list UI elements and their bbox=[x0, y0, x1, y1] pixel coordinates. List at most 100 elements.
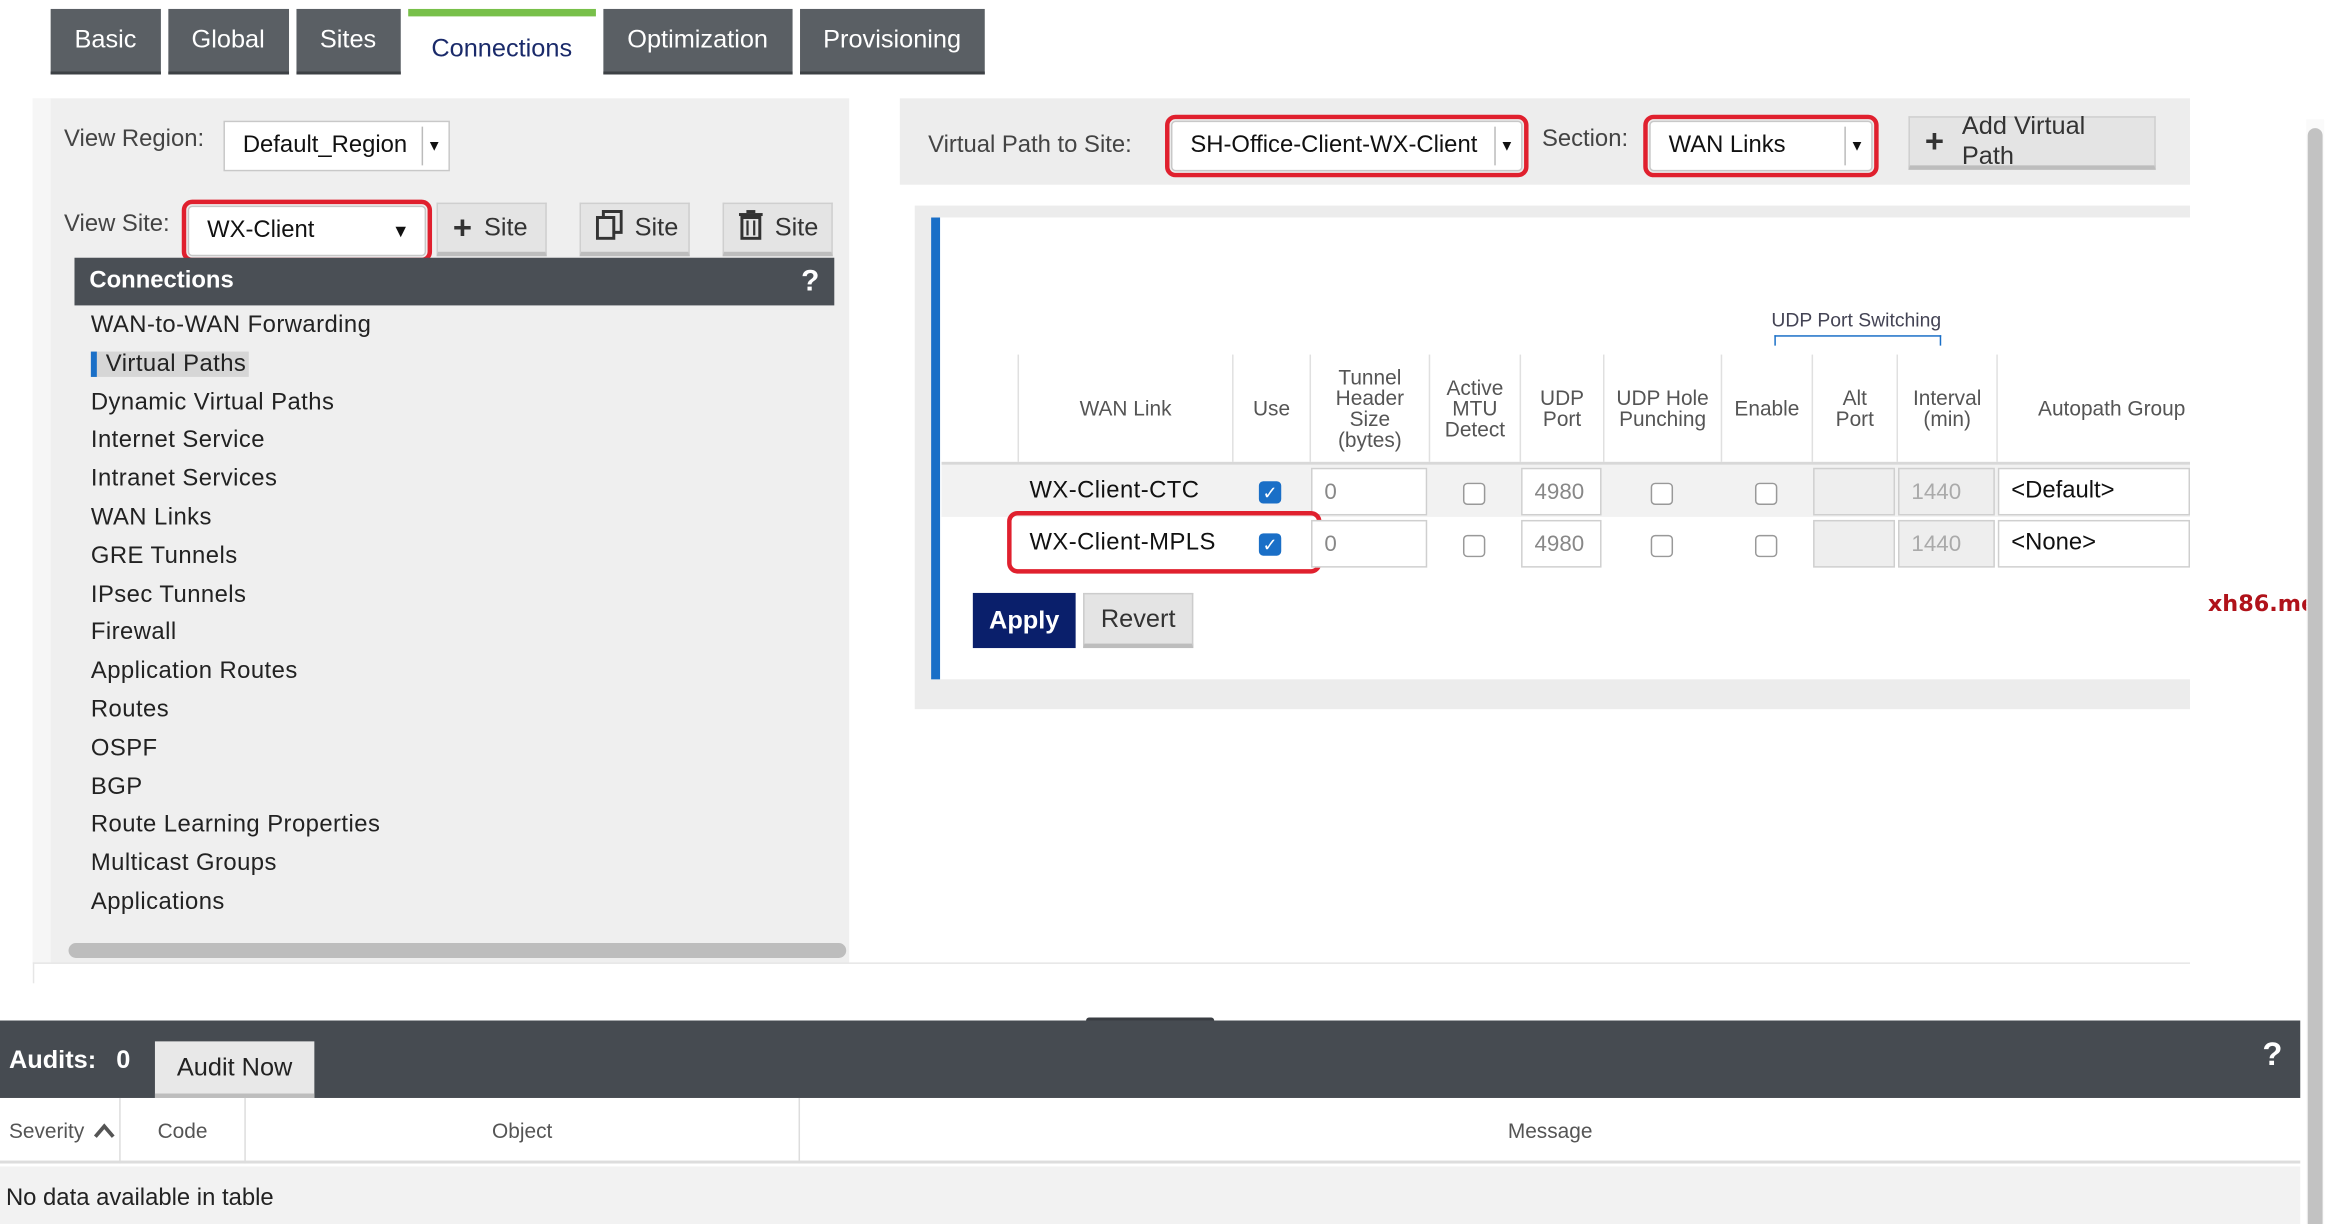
nav-item-multicast-groups[interactable]: Multicast Groups bbox=[91, 845, 380, 883]
row2-udp-port-input[interactable]: 4980 bbox=[1521, 519, 1602, 568]
tab-connections[interactable]: Connections bbox=[407, 8, 596, 78]
view-site-value: WX-Client bbox=[207, 217, 315, 243]
tab-basic[interactable]: Basic bbox=[50, 8, 161, 75]
nav-item-wan-to-wan-forwarding[interactable]: WAN-to-WAN Forwarding bbox=[91, 307, 380, 345]
vpath-value: SH-Office-Client-WX-Client bbox=[1190, 132, 1478, 158]
col-udp-hole-punching: UDP Hole Punching bbox=[1603, 354, 1721, 462]
delete-site-button[interactable]: Site bbox=[722, 202, 833, 257]
view-region-value: Default_Region bbox=[242, 132, 408, 158]
row2-udp-hole-checkbox[interactable] bbox=[1650, 534, 1674, 558]
nav-item-route-learning-properties[interactable]: Route Learning Properties bbox=[91, 807, 380, 845]
row1-use-checkbox[interactable]: ✓ bbox=[1258, 481, 1282, 504]
nav-item-ipsec-tunnels[interactable]: IPsec Tunnels bbox=[91, 576, 380, 614]
row1-udp-hole-checkbox[interactable] bbox=[1650, 482, 1674, 506]
udp-switching-label: UDP Port Switching bbox=[1771, 308, 1942, 331]
section-label: Section: bbox=[1541, 126, 1629, 152]
row1-udp-port-input[interactable]: 4980 bbox=[1521, 467, 1602, 516]
app-window: Basic Global Sites Connections Optimizat… bbox=[0, 0, 2336, 1224]
section-select[interactable]: WAN Links ▼ bbox=[1643, 114, 1879, 178]
tab-sites[interactable]: Sites bbox=[296, 8, 401, 75]
row1-autopath-select[interactable]: <Default> bbox=[1997, 467, 2191, 516]
chevron-down-icon: ▼ bbox=[421, 126, 446, 166]
chevron-down-icon: ▼ bbox=[1844, 126, 1868, 166]
top-tabs: Basic Global Sites Connections Optimizat… bbox=[50, 8, 985, 78]
col-message[interactable]: Message bbox=[800, 1098, 2300, 1164]
nav-item-applications[interactable]: Applications bbox=[91, 883, 380, 921]
audits-count: 0 bbox=[116, 1045, 131, 1075]
row2-tunnel-header-input[interactable]: 0 bbox=[1311, 519, 1428, 568]
col-severity[interactable]: Severity bbox=[0, 1097, 121, 1164]
col-code[interactable]: Code bbox=[121, 1097, 246, 1164]
watermark: xh86.me bbox=[2207, 589, 2317, 617]
view-site-label: View Site: bbox=[64, 211, 170, 237]
row2-use-checkbox[interactable]: ✓ bbox=[1258, 533, 1282, 556]
apply-button[interactable]: Apply bbox=[972, 592, 1076, 649]
nav-item-bgp[interactable]: BGP bbox=[91, 768, 380, 806]
help-icon[interactable]: ? bbox=[2262, 1035, 2282, 1074]
connections-nav-header: Connections ? bbox=[74, 257, 835, 306]
nav-item-internet-service[interactable]: Internet Service bbox=[91, 422, 380, 460]
trash-icon bbox=[738, 209, 763, 246]
tab-global[interactable]: Global bbox=[167, 8, 289, 75]
view-site-select[interactable]: WX-Client ▼ bbox=[181, 199, 433, 263]
virtual-path-toolbar: Virtual Path to Site: SH-Office-Client-W… bbox=[899, 98, 2191, 185]
col-udp-port: UDP Port bbox=[1519, 354, 1603, 462]
nav-item-wan-links[interactable]: WAN Links bbox=[91, 499, 380, 537]
tab-provisioning[interactable]: Provisioning bbox=[799, 8, 985, 75]
view-region-label: View Region: bbox=[64, 126, 205, 152]
nav-item-dynamic-virtual-paths[interactable]: Dynamic Virtual Paths bbox=[91, 384, 380, 422]
row1-wan-link: WX-Client-CTC bbox=[1029, 478, 1200, 504]
plus-icon: + bbox=[452, 208, 473, 246]
row1-active-mtu-checkbox[interactable] bbox=[1462, 482, 1486, 506]
row1-alt-port-input[interactable] bbox=[1813, 467, 1896, 516]
add-site-button[interactable]: + Site bbox=[436, 202, 547, 257]
nav-item-ospf[interactable]: OSPF bbox=[91, 730, 380, 768]
nav-item-firewall[interactable]: Firewall bbox=[91, 614, 380, 652]
row2-active-mtu-checkbox[interactable] bbox=[1462, 534, 1486, 558]
col-object[interactable]: Object bbox=[246, 1097, 801, 1164]
copy-icon bbox=[595, 209, 623, 246]
col-tunnel-header-size: Tunnel Header Size (bytes) bbox=[1309, 354, 1429, 462]
row2-enable-checkbox[interactable] bbox=[1754, 534, 1778, 558]
col-use: Use bbox=[1232, 354, 1309, 462]
vpath-select[interactable]: SH-Office-Client-WX-Client ▼ bbox=[1165, 114, 1529, 178]
help-icon[interactable]: ? bbox=[801, 264, 819, 298]
row1-enable-checkbox[interactable] bbox=[1754, 482, 1778, 506]
tab-optimization[interactable]: Optimization bbox=[603, 8, 792, 75]
udp-switching-bracket bbox=[1774, 335, 1942, 346]
nav-item-routes[interactable]: Routes bbox=[91, 691, 380, 729]
vertical-scrollbar[interactable] bbox=[2307, 128, 2323, 1224]
nav-item-intranet-services[interactable]: Intranet Services bbox=[91, 461, 380, 499]
plus-icon: + bbox=[1924, 122, 1944, 160]
col-interval: Interval (min) bbox=[1896, 354, 1997, 462]
row2-interval-input[interactable]: 1440 bbox=[1898, 519, 1995, 568]
col-alt-port: Alt Port bbox=[1811, 354, 1897, 462]
horizontal-scrollbar[interactable] bbox=[68, 943, 847, 958]
col-autopath-group: Autopath Group bbox=[1996, 354, 2190, 462]
chevron-down-icon: ▼ bbox=[391, 220, 410, 242]
row1-interval-input[interactable]: 1440 bbox=[1898, 467, 1995, 516]
revert-button[interactable]: Revert bbox=[1083, 592, 1194, 649]
audits-empty-message: No data available in table bbox=[0, 1166, 2301, 1224]
nav-item-gre-tunnels[interactable]: GRE Tunnels bbox=[91, 537, 380, 575]
delete-site-label: Site bbox=[774, 213, 819, 242]
add-virtual-path-button[interactable]: + Add Virtual Path bbox=[1908, 112, 2156, 170]
section-value: WAN Links bbox=[1668, 132, 1786, 158]
left-panel: View Region: Default_Region ▼ View Site:… bbox=[32, 98, 850, 963]
row2-wan-link: WX-Client-MPLS bbox=[1029, 530, 1216, 556]
row2-autopath-select[interactable]: <None> bbox=[1997, 519, 2191, 568]
copy-site-label: Site bbox=[634, 213, 679, 242]
copy-site-button[interactable]: Site bbox=[579, 202, 690, 257]
row1-tunnel-header-input[interactable]: 0 bbox=[1311, 467, 1428, 516]
row2-alt-port-input[interactable] bbox=[1813, 519, 1896, 568]
col-wan-link: WAN Link bbox=[1017, 354, 1233, 462]
audits-table-header: Severity Code Object Message bbox=[0, 1097, 2301, 1164]
audit-now-button[interactable]: Audit Now bbox=[154, 1041, 315, 1098]
nav-item-application-routes[interactable]: Application Routes bbox=[91, 653, 380, 691]
nav-item-virtual-paths[interactable]: Virtual Paths bbox=[90, 345, 380, 383]
chevron-up-icon bbox=[93, 1119, 115, 1143]
audits-bar: Audits: 0 Audit Now ? bbox=[0, 1020, 2301, 1098]
panel-footer-border bbox=[32, 962, 2191, 984]
col-active-mtu: Active MTU Detect bbox=[1428, 354, 1520, 462]
view-region-select[interactable]: Default_Region ▼ bbox=[223, 120, 450, 172]
